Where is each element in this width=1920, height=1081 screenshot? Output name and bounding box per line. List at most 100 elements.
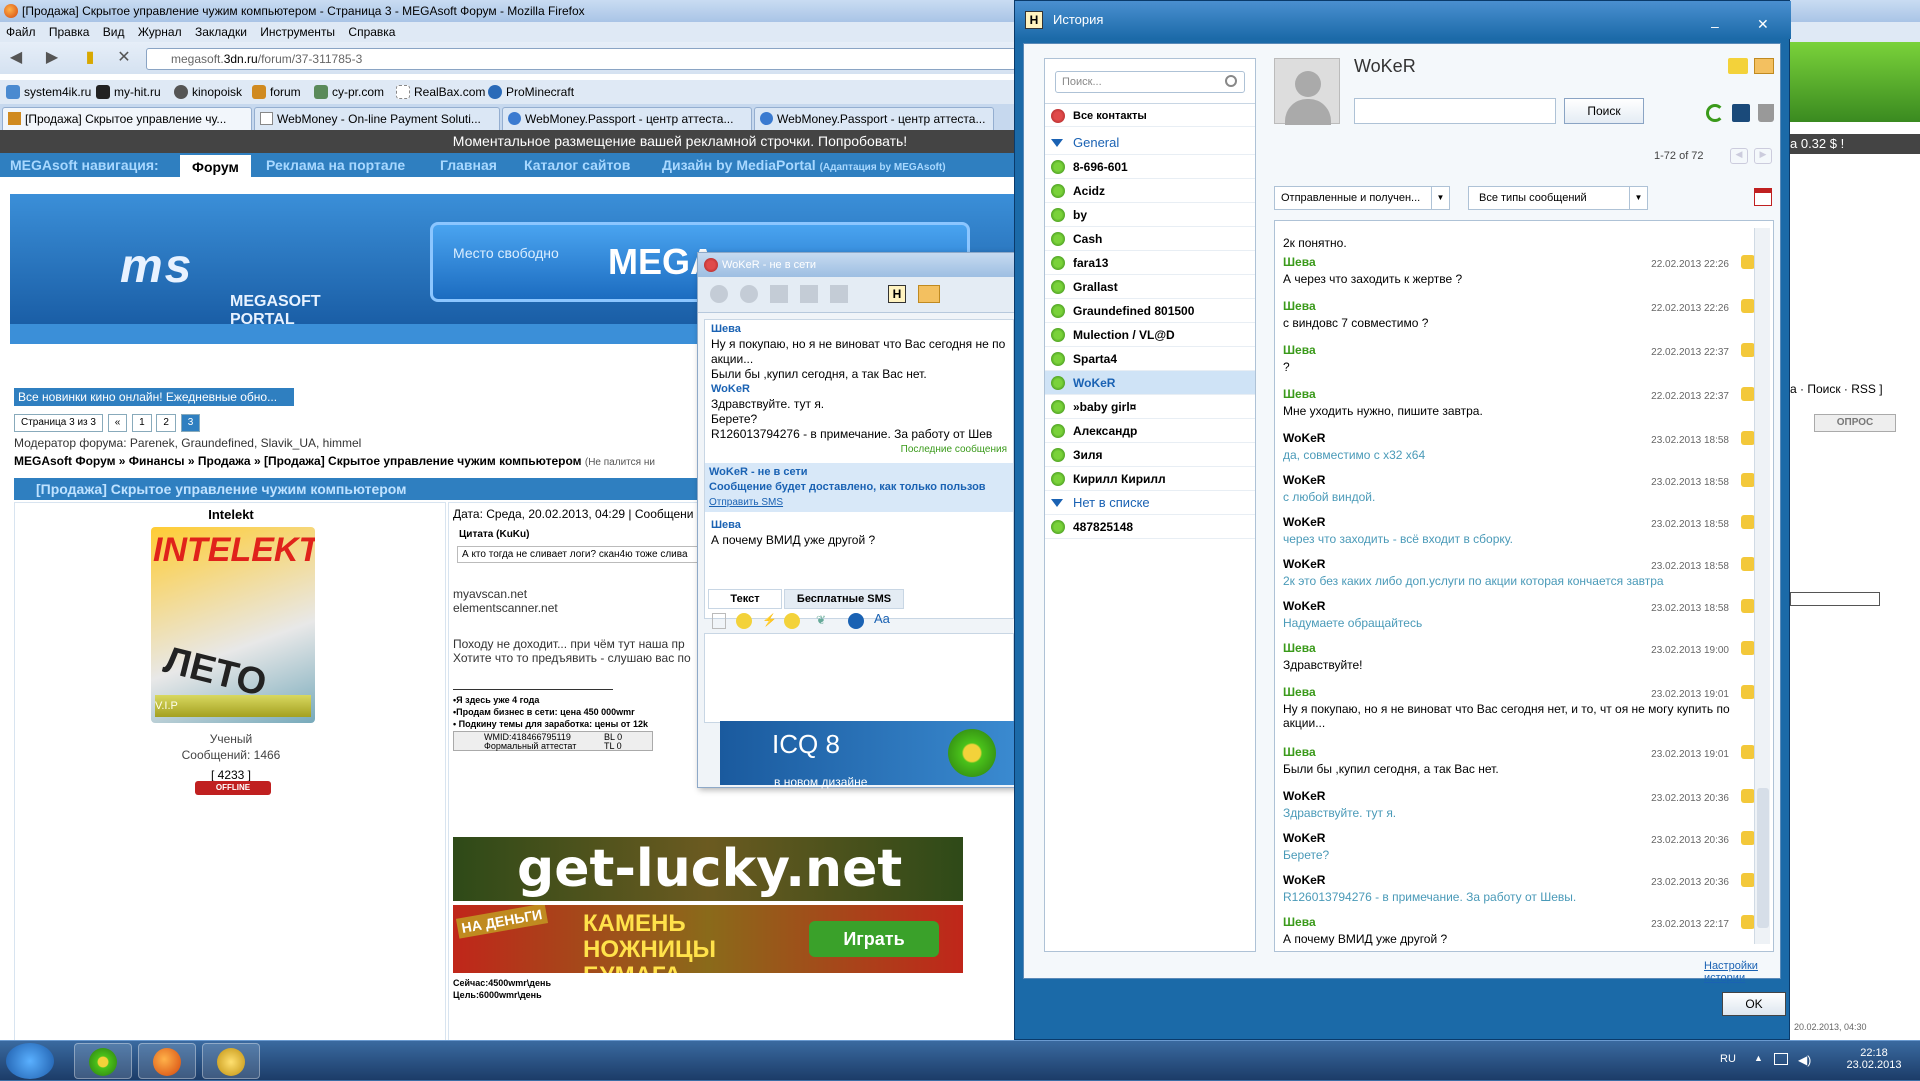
bookmark-prominecraft[interactable]: ProMinecraft [488, 80, 574, 104]
thumb-icon[interactable] [1728, 58, 1748, 74]
right-links[interactable]: а · Поиск · RSS ] [1790, 382, 1883, 396]
menu-view[interactable]: Вид [103, 25, 125, 39]
history-icon[interactable]: H [888, 285, 906, 303]
tab-free-sms[interactable]: Бесплатные SMS [784, 589, 904, 609]
tab-passport-1[interactable]: WebMoney.Passport - центр аттеста... [502, 107, 752, 130]
contact-item[interactable]: Sparta4 [1045, 347, 1255, 371]
nav-forum[interactable]: Форум [180, 155, 251, 177]
tab-passport-2[interactable]: WebMoney.Passport - центр аттеста... [754, 107, 994, 130]
block-icon[interactable] [830, 285, 848, 303]
group-general[interactable]: General [1045, 131, 1255, 155]
nav-home[interactable]: Главная [440, 153, 497, 177]
trash-icon[interactable] [1758, 104, 1774, 122]
contact-item[interactable]: 487825148 [1045, 515, 1255, 539]
url-bar[interactable]: megasoft.3dn.ru/forum/37-311785-3 [146, 48, 1016, 70]
history-settings-link[interactable]: Настройки истории [1704, 960, 1780, 984]
menu-history[interactable]: Журнал [138, 25, 182, 39]
gift-icon[interactable]: ❦ [816, 613, 832, 629]
contact-item[interactable]: Grallast [1045, 275, 1255, 299]
attach-icon[interactable] [712, 613, 726, 629]
file-icon[interactable] [770, 285, 788, 303]
contact-item[interactable]: Александр [1045, 419, 1255, 443]
contact-item[interactable]: by [1045, 203, 1255, 227]
last-messages-link[interactable]: Последние сообщения [711, 442, 1007, 457]
minimize-icon[interactable]: – [1711, 7, 1719, 45]
bookmark-system4ik[interactable]: system4ik.ru [6, 80, 91, 104]
ok-button[interactable]: OK [1722, 992, 1786, 1016]
contact-item[interactable]: Graundefined 801500 [1045, 299, 1255, 323]
clock[interactable]: 22:18 23.02.2013 [1844, 1047, 1904, 1071]
nav-catalog[interactable]: Каталог сайтов [524, 153, 630, 177]
sticker-icon[interactable] [784, 613, 800, 629]
bookmark-forum[interactable]: forum [252, 80, 301, 104]
calendar-icon[interactable] [1754, 188, 1772, 206]
menu-bookmarks[interactable]: Закладки [195, 25, 247, 39]
author-name[interactable]: Intelekt [15, 503, 447, 522]
bookmark-realbax[interactable]: RealBax.com [396, 80, 485, 104]
nav-ads[interactable]: Реклама на портале [266, 153, 405, 177]
kino-link[interactable]: Все новинки кино онлайн! Ежедневные обно… [14, 388, 294, 406]
search-icon[interactable] [1225, 75, 1237, 87]
video-icon[interactable] [740, 285, 758, 303]
scrollbar-thumb[interactable] [1757, 788, 1769, 928]
contact-item-selected[interactable]: WoKeR [1045, 371, 1255, 395]
tab-forum[interactable]: [Продажа] Скрытое управление чу... [2, 107, 252, 130]
signal-icon[interactable]: ▮ [80, 48, 100, 68]
all-contacts[interactable]: Все контакты [1045, 103, 1255, 127]
pager-page-3[interactable]: 3 [180, 414, 201, 432]
bookmark-my-hit[interactable]: my-hit.ru [96, 80, 161, 104]
ad-get-lucky[interactable]: get-lucky.net [453, 837, 963, 901]
smile-icon[interactable] [736, 613, 752, 629]
prev-page-icon[interactable]: ◀ [1730, 148, 1748, 164]
taskbar-firefox[interactable] [138, 1043, 196, 1079]
contact-card-icon[interactable] [1754, 58, 1774, 74]
icq-ad[interactable]: ICQ 8 в новом дизайне [720, 721, 1014, 789]
close-icon[interactable]: ✕ [1757, 5, 1769, 43]
pager-page-2[interactable]: 2 [156, 414, 176, 432]
menu-file[interactable]: Файл [6, 25, 36, 39]
language-indicator[interactable]: RU [1720, 1053, 1736, 1065]
breadcrumb[interactable]: MEGAsoft Форум » Финансы » Продажа » [Пр… [14, 454, 655, 468]
right-input[interactable] [1790, 592, 1880, 606]
lightning-icon[interactable]: ⚡ [762, 613, 777, 629]
contact-item[interactable]: Mulection / VL@D [1045, 323, 1255, 347]
font-icon[interactable]: Aa [874, 611, 890, 626]
forward-icon[interactable]: ▶ [42, 48, 62, 68]
nav-design[interactable]: Дизайн by MediaPortal (Адаптация by MEGA… [662, 153, 946, 180]
send-sms-link[interactable]: Отправить SMS [709, 495, 1009, 510]
history-search-input[interactable] [1354, 98, 1556, 124]
taskbar-icq[interactable] [74, 1043, 132, 1079]
stop-icon[interactable]: ✕ [114, 48, 134, 68]
megasoft-logo[interactable]: ms MEGASOFT PORTAL [120, 239, 370, 328]
taskbar-history[interactable] [202, 1043, 260, 1079]
volume-icon[interactable]: ◀) [1798, 1053, 1811, 1067]
pager-prev[interactable]: « [107, 414, 128, 432]
contact-item[interactable]: Зиля [1045, 443, 1255, 467]
back-icon[interactable]: ◀ [6, 48, 26, 68]
message-input[interactable] [704, 633, 1014, 723]
contact-item[interactable]: Кирилл Кирилл [1045, 467, 1255, 491]
save-icon[interactable] [1732, 104, 1750, 122]
info-icon[interactable] [800, 285, 818, 303]
history-search-button[interactable]: Поиск [1564, 98, 1644, 124]
contact-card-icon[interactable] [918, 285, 940, 303]
menu-help[interactable]: Справка [348, 25, 395, 39]
contact-item[interactable]: fara13 [1045, 251, 1255, 275]
type-filter[interactable]: Все типы сообщений ▼ [1468, 186, 1648, 210]
menu-tools[interactable]: Инструменты [260, 25, 335, 39]
contact-search-input[interactable]: Поиск... [1055, 71, 1245, 93]
contact-item[interactable]: 8-696-601 [1045, 155, 1255, 179]
direction-filter[interactable]: Отправленные и получен... ▼ [1274, 186, 1450, 210]
next-page-icon[interactable]: ▶ [1754, 148, 1772, 164]
messages-scrollbar[interactable] [1754, 228, 1770, 944]
start-button[interactable] [6, 1043, 54, 1079]
network-icon[interactable] [1774, 1053, 1788, 1065]
bold-icon[interactable] [848, 613, 864, 629]
tab-text[interactable]: Текст [708, 589, 782, 609]
ad-rock-paper-scissors[interactable]: НА ДЕНЬГИ КАМЕНЬ НОЖНИЦЫ БУМАГА Играть [453, 905, 963, 973]
contact-item[interactable]: »baby girl¤ [1045, 395, 1255, 419]
bookmark-cy-pr[interactable]: cy-pr.com [314, 80, 384, 104]
tray-arrow-icon[interactable]: ▲ [1754, 1053, 1763, 1063]
contact-item[interactable]: Acidz [1045, 179, 1255, 203]
bookmark-kinopoisk[interactable]: kinopoisk [174, 80, 242, 104]
